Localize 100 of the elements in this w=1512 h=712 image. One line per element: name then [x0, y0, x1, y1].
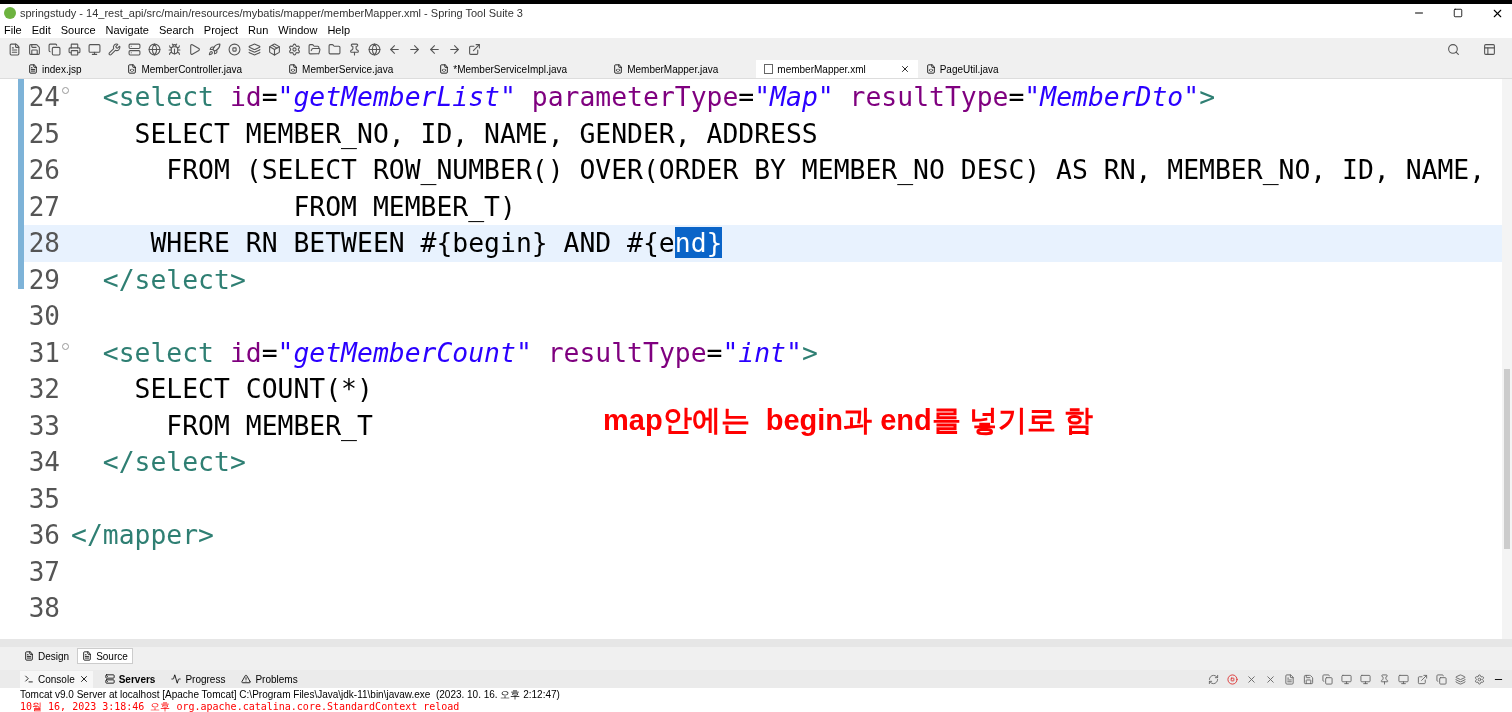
package-icon[interactable] — [268, 42, 281, 56]
page-icon — [82, 651, 93, 661]
external-link-icon[interactable] — [468, 42, 481, 56]
code-line: <select id="getMemberList" parameterType="Map" resultType="MemberDto"> — [101, 84, 1216, 111]
console-tab[interactable]: Console — [20, 670, 93, 688]
line-number: 25 — [28, 120, 60, 147]
rocket-icon[interactable] — [208, 42, 221, 56]
line-number: 34 — [28, 449, 60, 476]
run-icon[interactable] — [188, 42, 201, 56]
code-line: </select> — [101, 266, 246, 293]
code-line: </mapper> — [71, 522, 214, 549]
console-toolbar-icon[interactable] — [1265, 673, 1276, 685]
folder-icon[interactable] — [308, 42, 321, 56]
menu-item[interactable]: Edit — [31, 21, 51, 39]
back-icon[interactable] — [428, 42, 441, 56]
arrow-left-icon[interactable] — [388, 42, 401, 56]
code-line: <select id="getMemberCount" resultType="int"> — [101, 339, 818, 366]
search-icon[interactable] — [1447, 42, 1460, 56]
menu-item[interactable]: Run — [248, 21, 269, 39]
globe-icon[interactable] — [368, 42, 381, 56]
menu-item[interactable]: Project — [203, 21, 239, 39]
server-icon — [104, 674, 115, 684]
view-tab[interactable]: Design — [20, 648, 74, 664]
scrollbar[interactable] — [1502, 79, 1512, 639]
menu-item[interactable]: Search — [159, 21, 194, 39]
console-toolbar-icon[interactable] — [1322, 673, 1333, 685]
line-number: 33 — [28, 412, 60, 439]
console-toolbar-icon[interactable] — [1474, 673, 1485, 685]
java-file-icon — [288, 64, 299, 74]
menu-item[interactable]: Help — [327, 21, 351, 39]
java-file-icon — [127, 64, 138, 74]
console-toolbar-icon[interactable] — [1227, 673, 1238, 685]
console-toolbar-icon[interactable] — [1360, 673, 1371, 685]
java-file-icon — [613, 64, 624, 74]
line-number: 31 — [28, 339, 60, 366]
console-toolbar-icon[interactable] — [1417, 673, 1428, 685]
menu-item[interactable]: Navigate — [105, 21, 149, 39]
globe-icon[interactable] — [148, 42, 161, 56]
console-tab[interactable]: Servers — [100, 670, 160, 688]
arrow-right-icon[interactable] — [408, 42, 421, 56]
console-output: 10월 16, 2023 3:18:46 오후 org.apache.catalina.core.StandardContext reload — [20, 701, 460, 712]
maximize-icon[interactable] — [1453, 8, 1463, 18]
menu-item[interactable]: File — [4, 21, 22, 39]
console-toolbar-icon[interactable] — [1455, 673, 1466, 685]
save-all-icon[interactable] — [48, 42, 61, 56]
console-tab[interactable]: Progress — [167, 670, 230, 688]
view-tab[interactable]: Source — [77, 648, 133, 664]
annotation-text: map안에는 begin과 end를 넣기로 함 — [603, 403, 1093, 438]
horizontal-scrollbar[interactable] — [0, 639, 1512, 647]
layers-icon[interactable] — [248, 42, 261, 56]
stop-icon[interactable] — [228, 42, 241, 56]
console-toolbar-icon[interactable] — [1341, 673, 1352, 685]
print-icon[interactable] — [68, 42, 81, 56]
editor-tab[interactable]: MemberService.java — [280, 60, 432, 78]
new-file-icon[interactable] — [8, 42, 21, 56]
line-number: 38 — [28, 595, 60, 622]
editor-tab[interactable]: MemberMapper.java — [605, 60, 757, 78]
menu-item[interactable]: Window — [278, 21, 318, 39]
settings-icon[interactable] — [288, 42, 301, 56]
editor-tab[interactable]: PageUtil.java — [917, 60, 1037, 78]
code-line: FROM (SELECT ROW_NUMBER() OVER(ORDER BY MEMBER_NO DESC) AS RN, MEMBER_NO, ID, NAME, — [165, 157, 1486, 184]
line-number: 28 — [28, 230, 60, 257]
forward-icon[interactable] — [448, 42, 461, 56]
pin-icon[interactable] — [348, 42, 361, 56]
console-toolbar-icon[interactable] — [1246, 673, 1257, 685]
console-toolbar-icon[interactable] — [1303, 673, 1314, 685]
console-toolbar-icon[interactable] — [1436, 673, 1447, 685]
editor-tab[interactable]: memberMapper.xml — [756, 60, 918, 78]
server-icon[interactable] — [128, 42, 141, 56]
java-file-icon — [439, 64, 450, 74]
app-logo-icon — [4, 7, 16, 19]
menu-item[interactable]: Source — [60, 21, 96, 39]
wrench-icon[interactable] — [108, 42, 121, 56]
console-toolbar-icon[interactable] — [1208, 673, 1219, 685]
editor-tab[interactable]: index.jsp — [20, 60, 120, 78]
line-number: 30 — [28, 303, 60, 330]
file-icon — [28, 64, 38, 74]
debug-icon[interactable] — [168, 42, 181, 56]
line-number: 35 — [28, 485, 60, 512]
close-tab-icon[interactable] — [78, 674, 89, 684]
line-number: 37 — [28, 558, 60, 585]
monitor-icon[interactable] — [88, 42, 101, 56]
editor-tab[interactable]: *MemberServiceImpl.java — [431, 60, 606, 78]
progress-icon — [171, 674, 182, 684]
line-number: 36 — [28, 522, 60, 549]
editor-tab[interactable]: MemberController.java — [119, 60, 281, 78]
code-line: WHERE RN BETWEEN #{begin} AND #{end} — [149, 230, 723, 257]
console-toolbar-icon[interactable] — [1379, 673, 1390, 685]
perspective-icon[interactable] — [1483, 42, 1496, 56]
code-line: FROM MEMBER_T — [165, 412, 373, 439]
console-toolbar-icon[interactable] — [1284, 673, 1295, 685]
console-tab[interactable]: Problems — [237, 670, 302, 688]
close-tab-icon[interactable] — [899, 64, 910, 74]
console-process-label: Tomcat v9.0 Server at localhost [Apache Tomcat] C:\Program Files\Java\jdk-11\bin\javaw.exe (2023. 10. 16. 오후 2:12:47) — [20, 688, 560, 702]
line-number: 29 — [28, 266, 60, 293]
save-icon[interactable] — [28, 42, 41, 56]
folder-icon[interactable] — [328, 42, 341, 56]
warning-icon — [241, 674, 252, 684]
console-icon — [24, 674, 34, 684]
console-toolbar-icon[interactable] — [1398, 673, 1409, 685]
